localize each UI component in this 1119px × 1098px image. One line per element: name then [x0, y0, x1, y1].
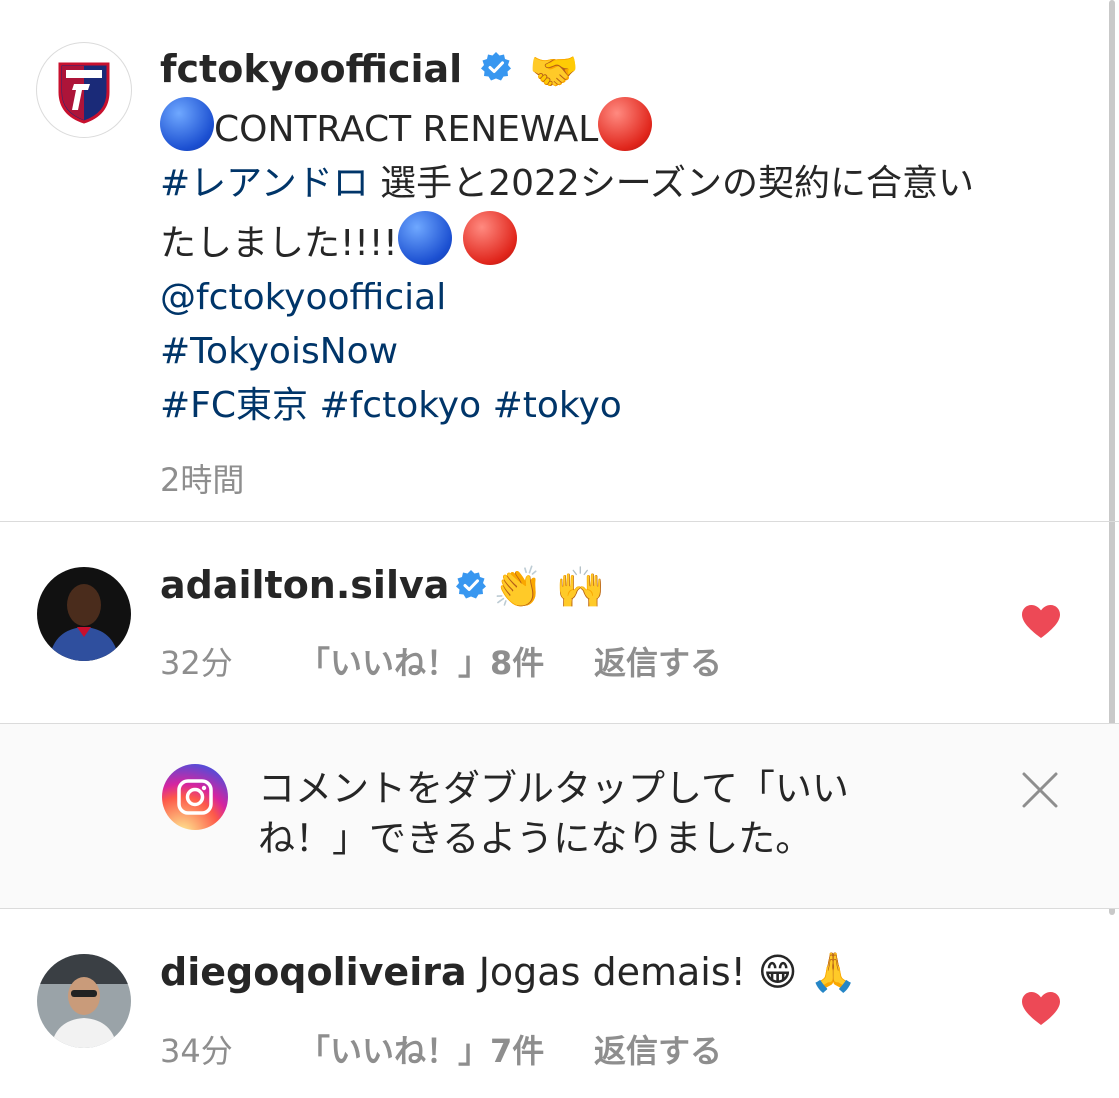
hashtag-fctokyo[interactable]: #fctokyo — [319, 385, 481, 426]
verified-badge-icon — [455, 566, 487, 610]
blue-circle-icon — [397, 211, 452, 265]
comment-2-line: diegoqoliveira Jogas demais! 😁 🙏 — [160, 950, 857, 995]
caption-text-line3: たしました!!!! — [160, 223, 398, 264]
divider — [0, 521, 1119, 522]
red-circle-icon — [598, 97, 653, 151]
post-caption: fctokyoofficial 🤝 CONTRACT RENEWAL #レアンド… — [160, 44, 1060, 501]
notice-text: コメントをダブルタップして「いいね！」できるようになりました。 — [258, 767, 849, 860]
comment-1-likes[interactable]: 「いいね！」8件 — [298, 638, 594, 684]
comment-1-text: 👏 🙌 — [493, 565, 606, 611]
comment-2-meta: 34分 「いいね！」7件 返信する — [160, 1026, 722, 1072]
fctokyo-avatar[interactable] — [36, 42, 132, 138]
comment-2-username[interactable]: diegoqoliveira — [160, 950, 467, 994]
heart-icon[interactable] — [1022, 605, 1060, 639]
comment-2-likes[interactable]: 「いいね！」7件 — [298, 1026, 594, 1072]
comment-2-reply-button[interactable]: 返信する — [594, 1026, 722, 1072]
comment-1-reply-button[interactable]: 返信する — [594, 638, 722, 684]
post-username[interactable]: fctokyoofficial — [160, 47, 462, 91]
divider — [0, 908, 1119, 909]
caption-text-line2: 選手と2022シーズンの契約に合意い — [368, 163, 974, 204]
hashtag-fc-tokyo-jp[interactable]: #FC東京 — [160, 385, 308, 426]
post-timestamp: 2時間 — [160, 461, 245, 499]
comment-1-line: adailton.silva 👏 🙌 — [160, 563, 606, 611]
adailton-avatar[interactable] — [37, 567, 131, 661]
comment-1-time: 32分 — [160, 644, 233, 682]
hashtag-tokyoisnow[interactable]: #TokyoisNow — [160, 331, 398, 372]
verified-badge-icon — [480, 47, 512, 97]
caption-title: CONTRACT RENEWAL — [214, 109, 599, 150]
blue-circle-icon — [160, 97, 214, 151]
handshake-emoji: 🤝 — [529, 49, 579, 95]
heart-icon[interactable] — [1022, 992, 1060, 1026]
comment-1-username[interactable]: adailton.silva — [160, 563, 449, 607]
diegoqoliveira-avatar[interactable] — [37, 954, 131, 1048]
comment-2-text: Jogas demais! 😁 🙏 — [478, 950, 857, 994]
mention-fctokyoofficial[interactable]: @fctokyoofficial — [160, 277, 446, 318]
comment-1-meta: 32分 「いいね！」8件 返信する — [160, 638, 722, 684]
hashtag-leandro[interactable]: #レアンドロ — [160, 163, 369, 204]
red-circle-icon — [463, 211, 518, 265]
hashtag-tokyo[interactable]: #tokyo — [493, 385, 622, 426]
fctokyo-crest-icon — [58, 62, 110, 124]
comment-2-time: 34分 — [160, 1032, 233, 1070]
instagram-icon — [162, 764, 228, 830]
close-icon[interactable] — [1020, 770, 1060, 810]
